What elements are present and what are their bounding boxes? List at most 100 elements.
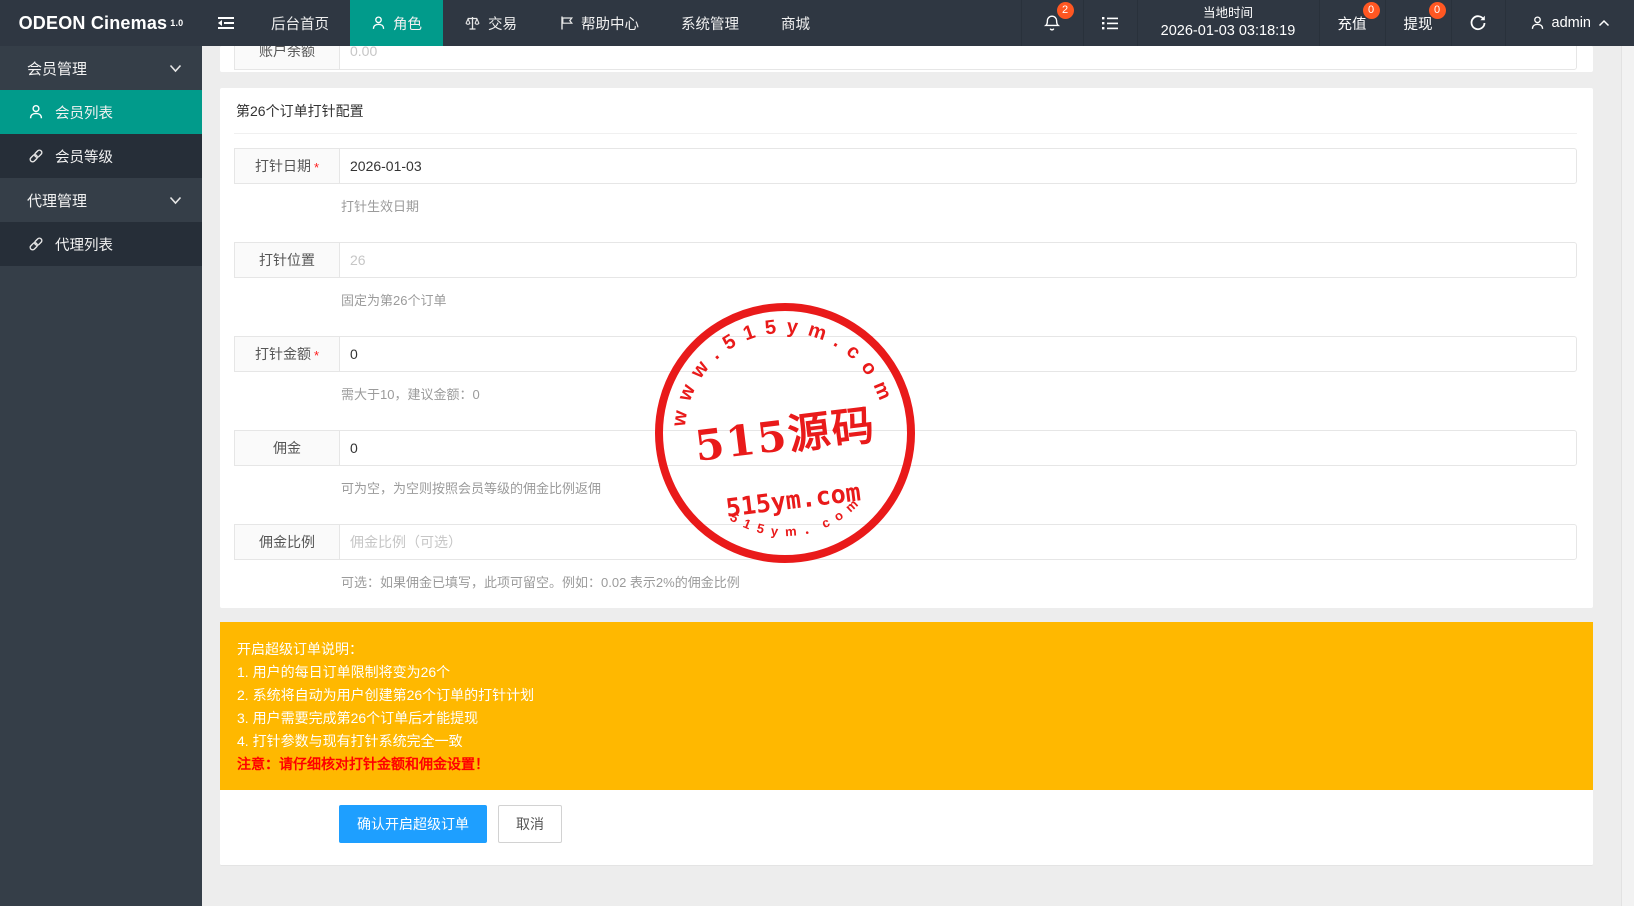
recharge-button[interactable]: 充值 0 — [1319, 0, 1385, 46]
required-asterisk: * — [314, 160, 319, 175]
balance-input[interactable] — [339, 46, 1577, 70]
app-logo: ODEON Cinemas 1.0 — [0, 0, 202, 46]
notice-line: 2. 系统将自动为用户创建第26个订单的打针计划 — [237, 688, 1576, 702]
cancel-button[interactable]: 取消 — [498, 805, 562, 843]
refresh-button[interactable] — [1451, 0, 1505, 46]
field-help: 固定为第26个订单 — [341, 290, 1577, 309]
refresh-icon — [1469, 14, 1487, 32]
form-row-inject-date: 打针日期 * 打针生效日期 — [234, 148, 1577, 215]
sidebar-collapse-button[interactable] — [202, 0, 250, 46]
withdraw-label: 提现 — [1404, 13, 1433, 34]
sidebar: 会员管理 会员列表 会员等级 代理管理 — [0, 46, 202, 906]
person-icon — [371, 15, 386, 31]
notice-warning: 注意：请仔细核对打针金额和佣金设置！ — [237, 757, 1576, 771]
sidebar-group-label: 代理管理 — [27, 190, 87, 211]
nav-item-roles[interactable]: 角色 — [350, 0, 443, 46]
topbar: ODEON Cinemas 1.0 后台首页 角色 — [0, 0, 1634, 46]
field-label-text: 佣金比例 — [259, 532, 315, 552]
flag-icon — [559, 15, 574, 31]
notice-line: 1. 用户的每日订单限制将变为26个 — [237, 665, 1576, 679]
form-row-inject-amount: 打针金额 * 需大于10，建议金额：0 — [234, 336, 1577, 403]
super-order-notice: 开启超级订单说明： 1. 用户的每日订单限制将变为26个 2. 系统将自动为用户… — [220, 622, 1593, 790]
inject-date-input[interactable] — [339, 148, 1577, 184]
chevron-down-icon — [169, 196, 182, 205]
nav-item-label: 后台首页 — [271, 13, 329, 34]
scrollbar-track[interactable] — [1621, 46, 1634, 906]
nav-item-label: 系统管理 — [681, 13, 739, 34]
inject-position-input[interactable] — [339, 242, 1577, 278]
outdent-icon — [217, 15, 235, 31]
field-label-text: 佣金 — [273, 438, 301, 458]
required-asterisk: * — [314, 348, 319, 363]
sidebar-item-label: 会员列表 — [55, 102, 113, 123]
sidebar-item-member-list[interactable]: 会员列表 — [0, 90, 202, 134]
nav-item-mall[interactable]: 商城 — [760, 0, 831, 46]
notice-card: 开启超级订单说明： 1. 用户的每日订单限制将变为26个 2. 系统将自动为用户… — [220, 622, 1593, 866]
commission-input[interactable] — [339, 430, 1577, 466]
admin-page: ODEON Cinemas 1.0 后台首页 角色 — [0, 0, 1634, 906]
notice-line: 3. 用户需要完成第26个订单后才能提现 — [237, 711, 1576, 725]
field-label: 佣金比例 — [234, 524, 340, 560]
link-icon — [28, 148, 44, 164]
form-row-commission-rate: 佣金比例 可选：如果佣金已填写，此项可留空。例如：0.02 表示2%的佣金比例 — [234, 524, 1577, 591]
balance-label-text: 账户余额 — [259, 46, 315, 61]
nav-item-label: 角色 — [393, 13, 422, 34]
sidebar-item-label: 会员等级 — [55, 146, 113, 167]
person-icon — [28, 104, 44, 120]
scales-icon — [464, 15, 481, 31]
withdraw-button[interactable]: 提现 0 — [1385, 0, 1451, 46]
link-icon — [28, 236, 44, 252]
recharge-label: 充值 — [1338, 13, 1367, 34]
form-row-commission: 佣金 可为空，为空则按照会员等级的佣金比例返佣 — [234, 430, 1577, 497]
nav-item-label: 商城 — [781, 13, 810, 34]
recharge-badge: 0 — [1363, 2, 1380, 19]
nav-item-transactions[interactable]: 交易 — [443, 0, 538, 46]
notification-badge: 2 — [1057, 2, 1074, 19]
field-label: 佣金 — [234, 430, 340, 466]
notifications-button[interactable]: 2 — [1021, 0, 1083, 46]
field-label: 打针位置 — [234, 242, 340, 278]
field-help: 可选：如果佣金已填写，此项可留空。例如：0.02 表示2%的佣金比例 — [341, 572, 1577, 591]
nav-item-label: 交易 — [488, 13, 517, 34]
sidebar-item-label: 代理列表 — [55, 234, 113, 255]
balance-row: 账户余额 — [234, 46, 1577, 70]
sidebar-item-member-level[interactable]: 会员等级 — [0, 134, 202, 178]
sidebar-group-member-management[interactable]: 会员管理 — [0, 46, 202, 90]
field-label-text: 打针位置 — [259, 250, 315, 270]
user-menu[interactable]: admin — [1505, 0, 1634, 46]
app-logo-text: ODEON Cinemas — [19, 13, 168, 34]
main-content: 账户余额 第26个订单打针配置 打针日期 * 打针生效日期 — [202, 46, 1621, 906]
field-label: 打针日期 * — [234, 148, 340, 184]
chevron-up-icon — [1598, 19, 1610, 27]
confirm-super-order-button[interactable]: 确认开启超级订单 — [339, 805, 487, 843]
username: admin — [1552, 15, 1592, 31]
sidebar-group-agent-management[interactable]: 代理管理 — [0, 178, 202, 222]
withdraw-badge: 0 — [1429, 2, 1446, 19]
message-list-button[interactable] — [1083, 0, 1137, 46]
field-label-text: 打针日期 — [255, 156, 311, 176]
field-label: 打针金额 * — [234, 336, 340, 372]
user-icon — [1530, 15, 1545, 31]
notice-heading: 开启超级订单说明： — [237, 642, 1576, 656]
nav-item-home[interactable]: 后台首页 — [250, 0, 350, 46]
local-time-value: 2026-01-03 03:18:19 — [1161, 22, 1296, 41]
topbar-right: 2 当地时间 2026-01-03 03:18:19 充值 0 提现 0 — [1021, 0, 1634, 46]
sidebar-group-label: 会员管理 — [27, 58, 87, 79]
local-time-label: 当地时间 — [1203, 5, 1253, 22]
balance-card: 账户余额 — [220, 46, 1593, 72]
field-help: 打针生效日期 — [341, 196, 1577, 215]
notice-line: 4. 打针参数与现有打针系统完全一致 — [237, 734, 1576, 748]
sidebar-item-agent-list[interactable]: 代理列表 — [0, 222, 202, 266]
app-version: 1.0 — [170, 18, 183, 28]
field-label-text: 打针金额 — [255, 344, 311, 364]
nav-item-help-center[interactable]: 帮助中心 — [538, 0, 660, 46]
inject-amount-input[interactable] — [339, 336, 1577, 372]
nav-item-system[interactable]: 系统管理 — [660, 0, 760, 46]
local-time: 当地时间 2026-01-03 03:18:19 — [1137, 0, 1319, 46]
field-help: 需大于10，建议金额：0 — [341, 384, 1577, 403]
form-row-inject-position: 打针位置 固定为第26个订单 — [234, 242, 1577, 309]
commission-rate-input[interactable] — [339, 524, 1577, 560]
injection-config-card: 第26个订单打针配置 打针日期 * 打针生效日期 打针位置 — [220, 88, 1593, 608]
bell-icon — [1043, 14, 1061, 33]
list-icon — [1101, 15, 1119, 31]
